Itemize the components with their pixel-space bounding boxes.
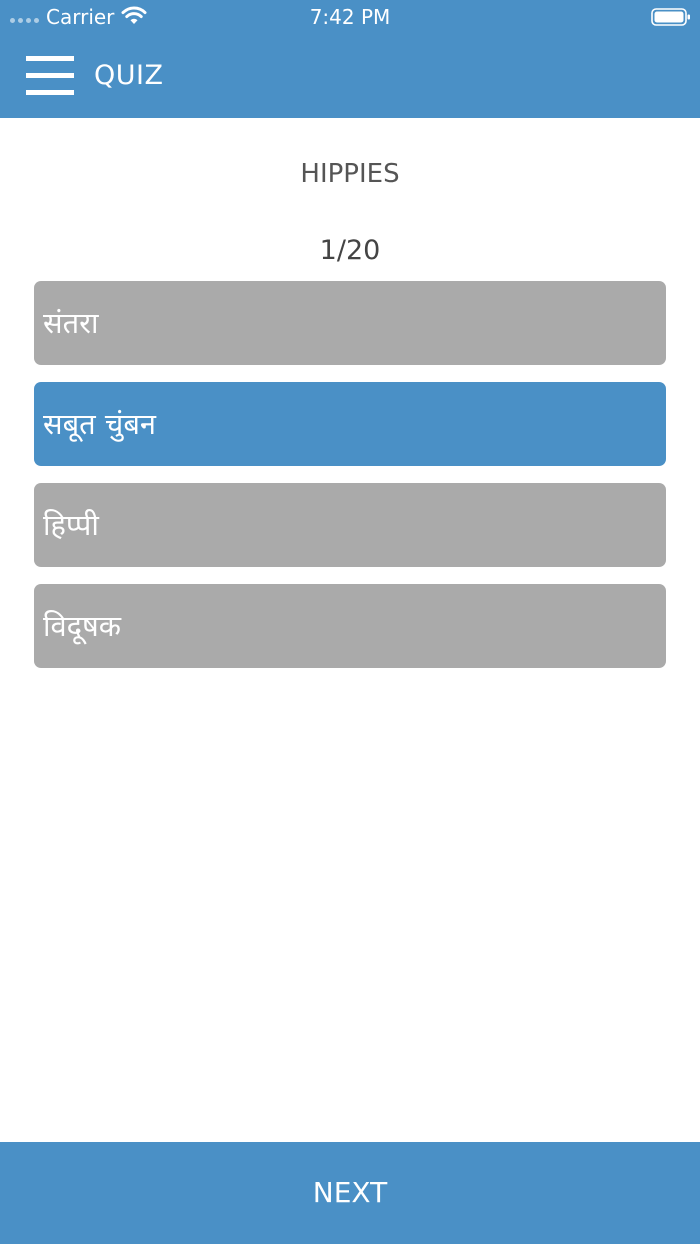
answer-option-2[interactable]: सबूत चुंबन	[34, 382, 666, 466]
answer-option-1[interactable]: संतरा	[34, 281, 666, 365]
quiz-progress: 1/20	[319, 235, 381, 266]
answer-options: संतरा सबूत चुंबन हिप्पी विदूषक	[34, 281, 666, 685]
quiz-word: HIPPIES	[300, 159, 400, 189]
answer-option-3[interactable]: हिप्पी	[34, 483, 666, 567]
page-title: QUIZ	[94, 60, 164, 91]
answer-option-4[interactable]: विदूषक	[34, 584, 666, 668]
battery-icon	[651, 8, 690, 26]
next-button[interactable]: NEXT	[0, 1142, 700, 1244]
hamburger-menu-icon	[26, 56, 74, 61]
app-header: Carrier 7:42 PM QUIZ	[0, 0, 700, 118]
navigation-bar: QUIZ	[0, 34, 700, 118]
status-time: 7:42 PM	[309, 5, 391, 29]
status-bar: Carrier 7:42 PM	[0, 0, 700, 34]
menu-button[interactable]	[26, 56, 74, 96]
